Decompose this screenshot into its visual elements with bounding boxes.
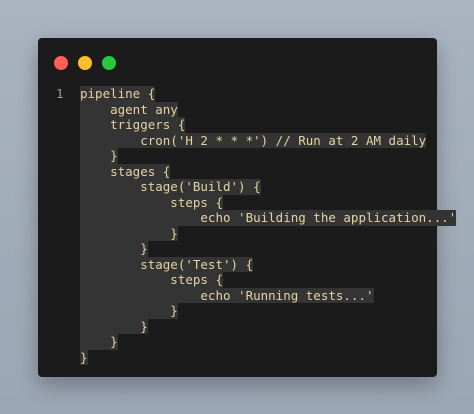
code-text: pipeline { bbox=[80, 86, 156, 102]
code-text: stage('Build') { bbox=[80, 179, 261, 195]
code-line: echo 'Building the application...' bbox=[56, 210, 457, 226]
code-line: } bbox=[56, 241, 427, 257]
line-number: 1 bbox=[56, 86, 64, 101]
code-text: } bbox=[80, 225, 178, 241]
code-text: } bbox=[80, 241, 148, 257]
code-line: steps { bbox=[56, 272, 427, 288]
code-line: stage('Build') { bbox=[56, 179, 427, 195]
code-text: echo 'Running tests...' bbox=[80, 287, 374, 303]
minimize-button[interactable] bbox=[78, 56, 92, 70]
code-text: cron('H 2 * * *') // Run at 2 AM daily bbox=[80, 132, 427, 148]
code-line: stages { bbox=[56, 163, 427, 179]
code-text: agent any bbox=[80, 101, 178, 117]
code-line: stage('Test') { bbox=[56, 256, 427, 272]
code-text: triggers { bbox=[80, 117, 186, 133]
code-line: 1 pipeline { bbox=[56, 86, 427, 102]
code-line: } bbox=[56, 303, 427, 319]
code-line: agent any bbox=[56, 101, 427, 117]
code-line: } bbox=[56, 318, 427, 334]
code-text: } bbox=[80, 349, 88, 365]
code-text: steps { bbox=[80, 194, 223, 210]
code-line: cron('H 2 * * *') // Run at 2 AM daily bbox=[56, 132, 427, 148]
code-text: } bbox=[80, 318, 148, 334]
code-window: 1 pipeline { agent any triggers { cron('… bbox=[38, 38, 457, 377]
code-text: stage('Test') { bbox=[80, 256, 254, 272]
code-text: stages { bbox=[80, 163, 171, 179]
code-line: } bbox=[56, 334, 427, 350]
code-line: echo 'Running tests...' bbox=[56, 287, 427, 303]
code-line: } bbox=[56, 349, 427, 365]
code-text: } bbox=[80, 148, 118, 164]
code-line: triggers { bbox=[56, 117, 427, 133]
code-text: echo 'Building the application...' bbox=[80, 210, 457, 226]
code-editor[interactable]: 1 pipeline { agent any triggers { cron('… bbox=[56, 86, 457, 367]
code-text: } bbox=[80, 334, 118, 350]
code-text: } bbox=[80, 303, 178, 319]
code-line: } bbox=[56, 225, 427, 241]
maximize-button[interactable] bbox=[102, 56, 116, 70]
code-line: steps { bbox=[56, 194, 427, 210]
close-button[interactable] bbox=[54, 56, 68, 70]
code-line: } bbox=[56, 148, 427, 164]
code-text: steps { bbox=[80, 272, 223, 288]
